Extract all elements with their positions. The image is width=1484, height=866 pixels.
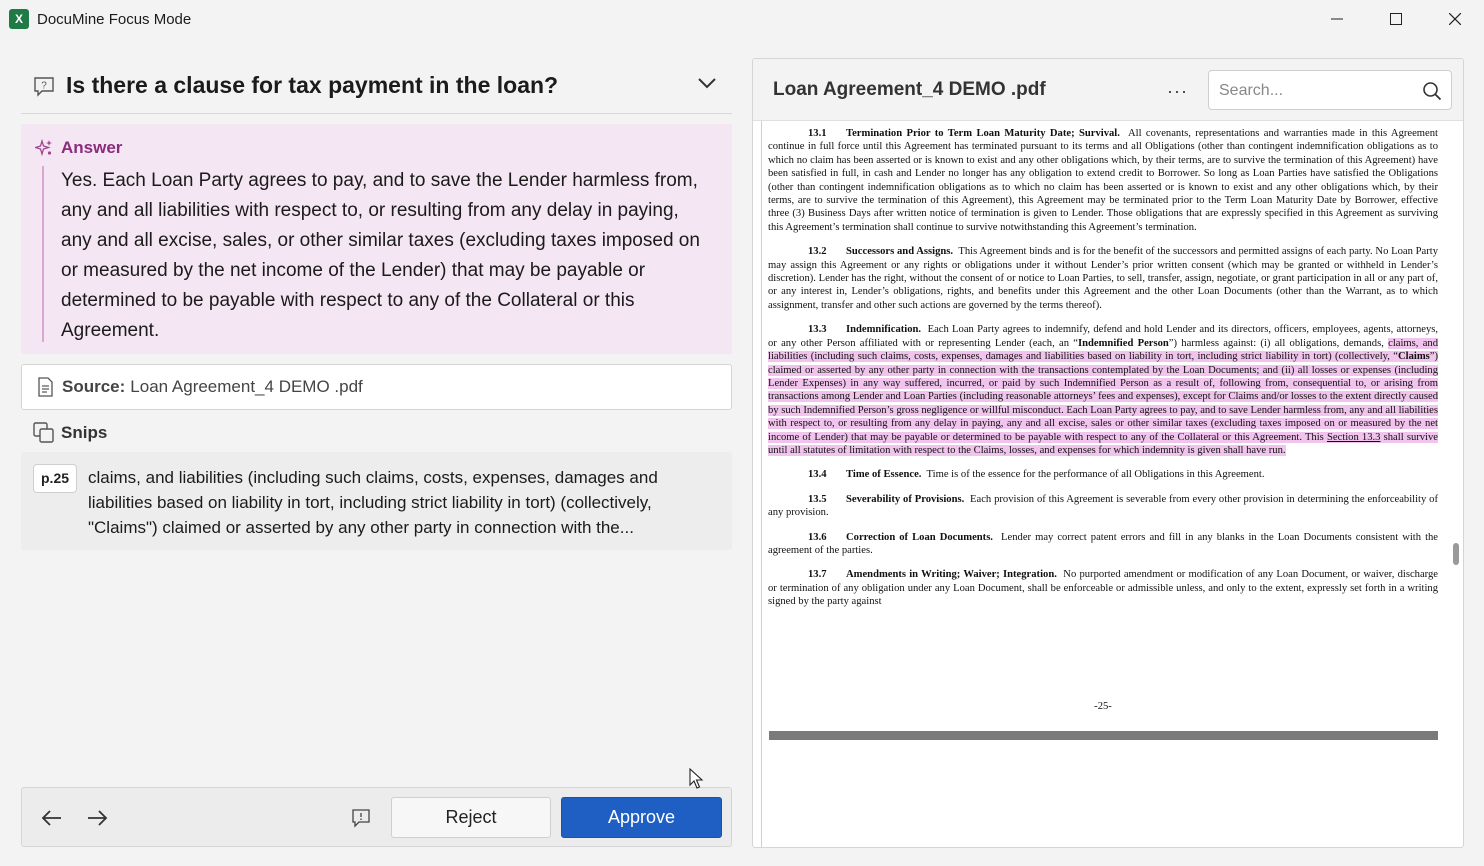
page-badge[interactable]: p.25 [33, 464, 78, 493]
sparkle-icon [35, 139, 52, 157]
section-13-4: 13.4 Time of Essence. Time is of the esse… [808, 469, 1265, 481]
search-input[interactable] [1219, 80, 1409, 102]
scrollbar-thumb[interactable] [1453, 543, 1459, 565]
search-icon[interactable] [1422, 81, 1442, 101]
pdf-text: 13.1 Termination Prior to Term Loan Matur… [768, 127, 1439, 620]
document-viewer: Loan Agreement_4 DEMO .pdf ··· 13.1Termi… [752, 58, 1464, 848]
section-13-2: 13.2 Successors and Assigns. This Agreeme… [768, 246, 1438, 311]
answer-label: Answer [61, 138, 123, 157]
snips-label: Snips [61, 423, 108, 442]
previous-button[interactable] [36, 802, 68, 834]
title-bar: X DocuMine Focus Mode [0, 0, 1484, 38]
close-icon [1448, 13, 1461, 25]
document-icon [38, 377, 53, 397]
source-label: Source: [62, 377, 126, 396]
answer-text: Yes. Each Loan Party agrees to pay, and … [61, 170, 700, 341]
comment-icon [352, 809, 370, 828]
more-options-button[interactable]: ··· [1167, 81, 1188, 102]
answer-header: Answer [35, 138, 122, 158]
answer-card: Answer Yes. Each Loan Party agrees to pa… [21, 124, 732, 354]
document-header: Loan Agreement_4 DEMO .pdf ··· [753, 59, 1463, 121]
mouse-cursor-icon [689, 768, 704, 789]
reject-button[interactable]: Reject [391, 797, 551, 838]
snips-header: Snips [33, 422, 107, 444]
snip-text: claims, and liabilities (including such … [88, 468, 658, 537]
minimize-button[interactable] [1307, 0, 1366, 38]
svg-text:?: ? [41, 80, 47, 91]
document-search[interactable] [1208, 70, 1452, 110]
arrow-right-icon [88, 810, 108, 826]
source-row[interactable]: Source: Loan Agreement_4 DEMO .pdf [21, 364, 732, 410]
document-title: Loan Agreement_4 DEMO .pdf [773, 79, 1046, 100]
chevron-down-icon[interactable] [696, 72, 718, 94]
next-button[interactable] [81, 802, 113, 834]
comment-button[interactable] [348, 805, 374, 831]
close-button[interactable] [1425, 0, 1484, 38]
source-filename[interactable]: Loan Agreement_4 DEMO .pdf [130, 377, 362, 397]
section-13-5: 13.5 Severability of Provisions. Each pro… [768, 493, 1438, 519]
approve-button[interactable]: Approve [561, 797, 722, 838]
pdf-page: 13.1 Termination Prior to Term Loan Matur… [761, 121, 1445, 847]
snip-item[interactable]: p.25 claims, and liabilities (including … [21, 452, 732, 550]
question-panel: ? Is there a clause for tax payment in t… [21, 58, 732, 848]
maximize-button[interactable] [1366, 0, 1425, 38]
section-13-1: 13.1 Termination Prior to Term Loan Matur… [768, 128, 1438, 233]
section-link[interactable]: Section 13.3 [1327, 432, 1381, 443]
maximize-icon [1389, 13, 1402, 25]
section-13-6: 13.6 Correction of Loan Documents. Lender… [768, 531, 1439, 556]
question-chat-icon: ? [34, 76, 54, 97]
window-controls [1307, 0, 1484, 38]
highlighted-passage: claims, and liabilities (including such … [768, 337, 1439, 456]
question-header[interactable]: ? Is there a clause for tax payment in t… [21, 58, 732, 114]
section-13-3: 13.3 Indemnification. Each Loan Party agr… [768, 324, 1439, 456]
window-title: DocuMine Focus Mode [37, 10, 192, 28]
arrow-left-icon [41, 810, 61, 826]
minimize-icon [1330, 18, 1343, 20]
page-separator [769, 731, 1438, 740]
review-footer: Reject Approve [21, 787, 732, 847]
question-text: Is there a clause for tax payment in the… [66, 72, 559, 98]
section-13-7: 13.7 Amendments in Writing; Waiver; Integ… [768, 569, 1439, 608]
page-number: -25- [1094, 701, 1112, 712]
snips-icon [33, 422, 54, 443]
excel-app-icon: X [9, 9, 33, 29]
page-edge [761, 121, 762, 847]
answer-quote-bar [42, 166, 44, 342]
